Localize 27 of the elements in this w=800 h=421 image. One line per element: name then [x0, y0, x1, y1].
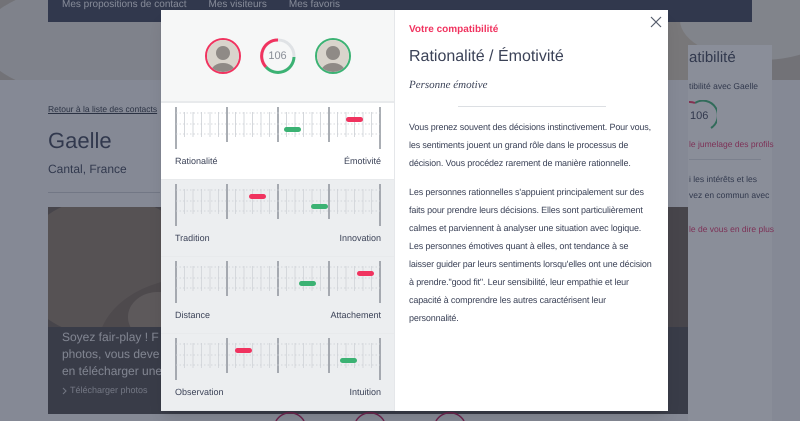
score: 106	[690, 109, 708, 124]
scale-label: Innovation	[339, 232, 381, 245]
scale-label: Observation	[175, 386, 224, 399]
scale-label: Rationalité	[175, 155, 218, 168]
profile-location: Cantal, France	[48, 161, 127, 178]
scale-label: Tradition	[175, 232, 210, 245]
dimension-row[interactable]: Distance Attachement	[161, 257, 394, 334]
card-text: i les intérêts et les vez en commun avec	[689, 173, 770, 202]
detail-subtitle: Personne émotive	[409, 78, 488, 93]
score-ring-icon	[689, 100, 717, 130]
ask-more-link[interactable]: le de vous en dire plus	[689, 223, 774, 236]
card-subtitle: tibilité avec Gaelle	[689, 80, 758, 92]
back-link[interactable]: Retour à la liste des contacts	[48, 103, 158, 116]
detail-paragraph: Vous prenez souvent des décisions instinctivement. Pour vous, les sentiments jouent un grand rôle dans le processus de décision. Vous procédez rarement de manière rationnelle.	[409, 120, 652, 170]
scale-label: Intuition	[349, 386, 381, 399]
detail-paragraph: Les personnes rationnelles s'appuient principalement sur des faits pour prendre leurs décisions. Elles sont particulièrement calmes et parviennent à analyser une situation avec logique. Les personnes émotives quant à elles, ont tendance à se laisser guider par leurs sentiments lorsqu'elles ont une décision à prendre."good fit". Leur sensibilité, leur empathie et leur capacité à comprendre les autres caractérisent leur personnalité.	[409, 186, 653, 325]
chevron-icon	[62, 386, 67, 395]
dimension-row[interactable]: Observation Intuition	[161, 334, 394, 411]
scale-label: Émotivité	[344, 155, 381, 168]
scale-label: Attachement	[330, 309, 381, 322]
dimension-row[interactable]: Tradition Innovation	[161, 180, 394, 257]
profile-name: Gaelle	[48, 128, 112, 154]
photo-message: Soyez fair-play ! F photos, vous deve en télécharger une	[62, 329, 162, 380]
scale-label: Distance	[175, 309, 210, 322]
dimension-row[interactable]: Rationalité Émotivité	[161, 103, 394, 180]
upload-photos-link[interactable]: Télécharger photos	[70, 384, 148, 398]
matching-link[interactable]: le jumelage des profils	[689, 138, 774, 151]
